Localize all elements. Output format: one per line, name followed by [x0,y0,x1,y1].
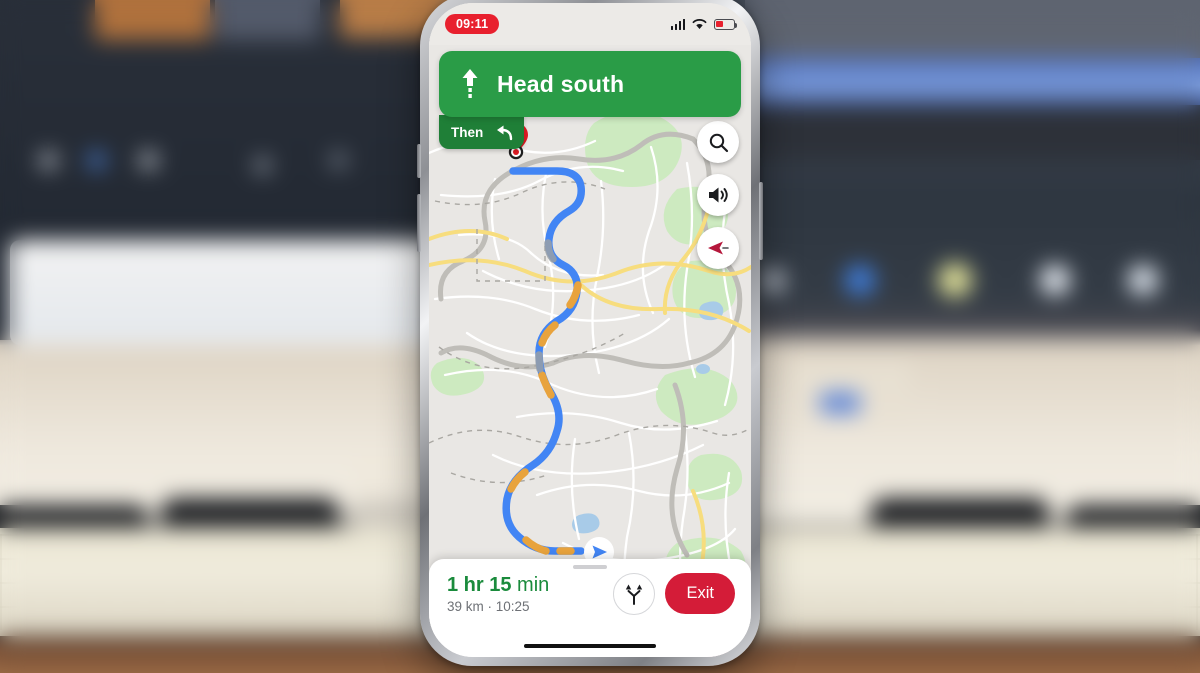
eta-time-unit: min [517,573,550,596]
home-indicator[interactable] [524,643,656,648]
recenter-button[interactable] [697,227,739,269]
then-label: Then [451,124,484,140]
phone-device: 09:11 Head south Then 1 hr 15 min 39 km … [417,0,763,666]
recording-time-pill: 09:11 [445,14,500,34]
voice-button[interactable] [697,174,739,216]
exit-button[interactable]: Exit [665,573,735,614]
speaker-icon [708,187,728,203]
eta-details: 39 km · 10:25 [447,598,530,614]
straight-arrow-icon [462,69,478,98]
navigation-banner[interactable]: Head south [439,51,741,117]
trip-bottom-sheet[interactable]: 1 hr 15 min 39 km · 10:25 Exit [429,559,751,657]
phone-screen: 09:11 Head south Then 1 hr 15 min 39 km … [429,3,751,657]
eta-time-value: 1 hr 15 [447,573,512,596]
alternate-routes-button[interactable] [613,572,656,615]
power-button[interactable] [759,182,763,260]
trip-summary-row: 1 hr 15 min 39 km · 10:25 Exit [429,569,751,615]
then-maneuver-tab[interactable]: Then [439,115,525,149]
scene: 09:11 Head south Then 1 hr 15 min 39 km … [0,0,1200,673]
turn-left-icon [497,125,513,140]
search-icon [709,133,728,152]
eta-block: 1 hr 15 min 39 km · 10:25 [447,574,603,614]
alternate-routes-icon [626,584,643,605]
map-control-buttons [697,121,739,269]
compass-arrow-icon [708,241,729,255]
eta-time: 1 hr 15 min [447,574,603,597]
search-button[interactable] [697,121,739,163]
battery-icon [714,18,738,30]
navigation-instruction: Head south [497,70,625,97]
wifi-icon [692,19,707,29]
status-bar-icons [670,18,738,30]
signal-icon [670,18,685,30]
status-bar: 09:11 [429,3,751,45]
